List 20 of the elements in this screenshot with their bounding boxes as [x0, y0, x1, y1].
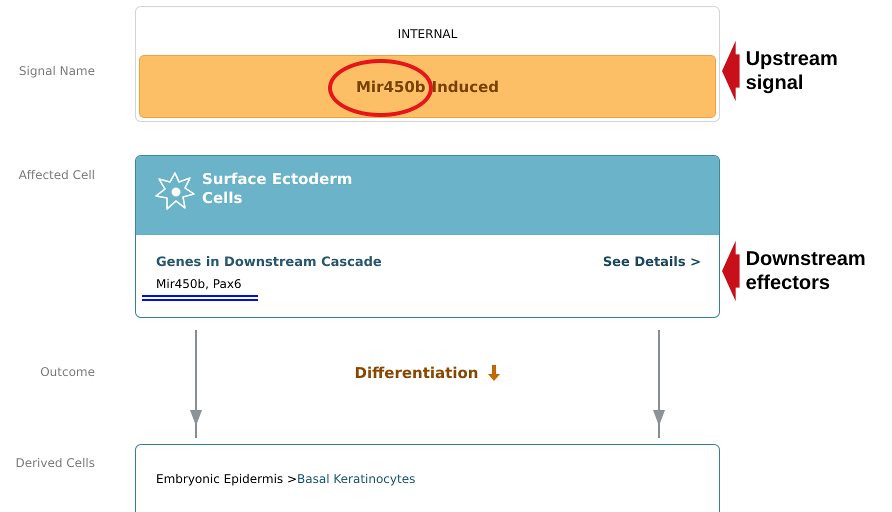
genes-list: Mir450b, Pax6: [156, 277, 242, 291]
row-label: Signal Name: [18, 64, 95, 78]
outcome-text: Differentiation: [354, 364, 478, 382]
signal-name: Mir450b: [356, 78, 426, 96]
genes-heading: Genes in Downstream Cascade: [156, 255, 382, 270]
row-label: Outcome: [40, 365, 95, 379]
lineage-text: Embryonic Epidermis >: [156, 472, 298, 488]
signal-name: Induced: [432, 78, 499, 96]
row-label: Affected Cell: [18, 167, 95, 182]
cell-icon: [154, 170, 196, 212]
down-arrow-icon: [488, 365, 500, 381]
see-details-link[interactable]: See Details >: [602, 255, 701, 270]
cell-title: Surface Ectoderm Cells: [202, 170, 354, 208]
annotation-text: Upstream signal: [746, 47, 839, 95]
cell-type-link[interactable]: Basal Keratinocytes: [297, 472, 416, 512]
pointer-arrow-icon: [722, 240, 740, 302]
annotation-text: Downstream effectors: [746, 247, 867, 295]
row-label: Derived Cells: [16, 455, 95, 470]
signal-category: INTERNAL: [398, 27, 458, 41]
pointer-arrow-icon: [722, 40, 740, 102]
